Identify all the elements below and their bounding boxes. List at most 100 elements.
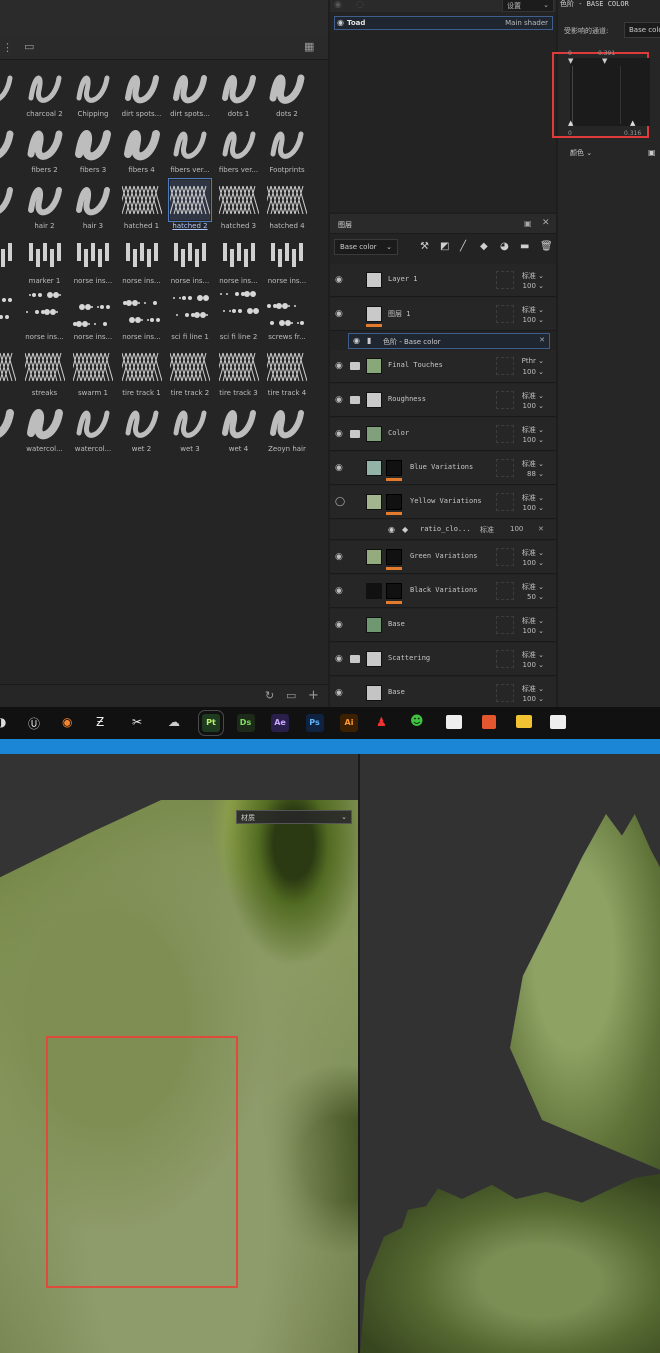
app-icon[interactable] — [482, 715, 496, 729]
effect-row[interactable]: ◉ ▮ 色阶 - Base color ✕ — [348, 333, 550, 349]
blend-mode-dropdown[interactable]: 标准 ⌄ — [498, 305, 548, 315]
eye-icon[interactable]: ◉ — [388, 525, 395, 534]
brush-item[interactable]: fibers ver... — [166, 122, 214, 176]
blend-mode-dropdown[interactable]: Pthr ⌄ — [498, 357, 548, 365]
eye-icon[interactable]: ◉ — [335, 429, 345, 439]
app-icon[interactable]: ☁ — [168, 715, 180, 729]
brush-item[interactable]: streaks — [20, 345, 69, 399]
brush-item[interactable]: marker 1 — [21, 233, 69, 287]
brush-item[interactable]: dots 1 — [215, 66, 263, 120]
layer-row[interactable]: ◉ Final Touches Pthr ⌄ 100 ⌄ — [330, 350, 556, 383]
eye-icon[interactable]: ◉ — [335, 361, 345, 371]
brush-item[interactable]: norse ins... — [69, 289, 117, 343]
layer-mask-thumbnail[interactable] — [386, 583, 402, 599]
opacity-dropdown[interactable]: 100 ⌄ — [498, 368, 548, 376]
output-min-handle[interactable]: ▲ — [568, 119, 573, 127]
eye-icon[interactable]: ◉ — [335, 654, 345, 664]
blender-icon[interactable]: ◉ — [62, 715, 72, 729]
texture-set-row[interactable]: ◉ Toad Main shader — [334, 16, 553, 30]
brush-icon[interactable]: ╱ — [460, 241, 466, 252]
eye-closed-icon[interactable]: ◯ — [335, 497, 345, 507]
brush-item[interactable]: screws fr... — [263, 289, 311, 343]
settings-dropdown[interactable]: 设置 ⌄ — [502, 0, 554, 12]
eye-icon[interactable]: ◉ — [335, 620, 345, 630]
levels-histogram[interactable]: 0 0.391 ▼ ▼ ▲ ▲ 0 0.316 — [568, 50, 650, 137]
blend-mode-dropdown[interactable]: 标准 ⌄ — [498, 391, 548, 401]
brush-item[interactable]: 2 — [0, 345, 20, 399]
eye-icon[interactable]: ◉ — [335, 463, 345, 473]
brush-item[interactable]: 1 — [0, 66, 20, 120]
app-icon[interactable]: ◑ — [0, 715, 6, 729]
eye-closed-icon[interactable]: ◌ — [356, 0, 364, 10]
brush-item[interactable]: 2 — [0, 122, 20, 176]
blend-mode-dropdown[interactable]: 标准 ⌄ — [498, 684, 548, 694]
opacity-dropdown[interactable]: 100 ⌄ — [498, 504, 548, 512]
blend-mode-dropdown[interactable]: 标准 ⌄ — [498, 271, 548, 281]
brush-item[interactable]: swarm 1 — [68, 345, 117, 399]
refresh-icon[interactable]: ↻ — [265, 689, 274, 702]
trash-icon[interactable]: 🗑 — [540, 241, 553, 252]
layer-mask-thumbnail[interactable] — [386, 494, 402, 510]
brush-item[interactable]: hatched 3 — [214, 178, 263, 232]
brush-item[interactable]: hatched 4 — [262, 178, 311, 232]
layer-row[interactable]: ◯ Yellow Variations 标准 ⌄ 100 ⌄ — [330, 486, 556, 519]
app-ds-icon[interactable]: Ds — [236, 714, 255, 732]
layer-row[interactable]: ◉ Green Variations 标准 ⌄ 100 ⌄ — [330, 541, 556, 574]
blend-mode-dropdown[interactable]: 标准 ⌄ — [498, 459, 548, 469]
opacity-dropdown[interactable]: 100 ⌄ — [498, 559, 548, 567]
brush-item[interactable] — [0, 401, 20, 455]
opacity-dropdown[interactable]: 100 ⌄ — [498, 316, 548, 324]
brush-item[interactable]: norse ins... — [69, 233, 117, 287]
black-point-handle[interactable]: ▼ — [568, 57, 573, 65]
brush-item[interactable] — [0, 233, 20, 287]
opacity-dropdown[interactable]: 100 ⌄ — [498, 282, 548, 290]
brush-item[interactable]: watercol... — [69, 401, 117, 455]
brush-item[interactable]: tire track 3 — [214, 345, 263, 399]
app-ps-icon[interactable]: Ps — [305, 714, 324, 732]
output-max-handle[interactable]: ▲ — [630, 119, 635, 127]
brush-item[interactable]: watercol... — [21, 401, 69, 455]
brush-item[interactable]: tire track 4 — [262, 345, 311, 399]
blend-mode-dropdown[interactable]: 标准 ⌄ — [498, 493, 548, 503]
blend-mode-dropdown[interactable]: 标准 ⌄ — [498, 548, 548, 558]
brush-item[interactable] — [0, 289, 20, 343]
wechat-icon[interactable]: ☻ — [410, 714, 424, 729]
eye-icon[interactable]: ◉ — [335, 275, 345, 285]
app-icon[interactable] — [446, 715, 462, 729]
brush-item[interactable]: hatched 2 — [165, 177, 214, 232]
brush-item[interactable]: norse ins... — [118, 289, 166, 343]
layer-row[interactable]: ◉ Base 标准 ⌄ 100 ⌄ — [330, 677, 556, 710]
eye-icon[interactable]: ◉ — [335, 309, 345, 319]
opacity-dropdown[interactable]: 100 ⌄ — [498, 402, 548, 410]
paint-bucket-icon[interactable]: ◆ — [480, 241, 488, 252]
app-icon[interactable] — [550, 715, 566, 729]
fill-layer-icon[interactable]: ◩ — [440, 241, 449, 252]
eye-icon[interactable]: ◉ — [334, 0, 342, 10]
folder-icon[interactable] — [350, 655, 360, 663]
zbrush-icon[interactable]: Ƶ — [96, 715, 104, 729]
brush-item[interactable]: wet 2 — [118, 401, 166, 455]
capcut-icon[interactable]: ✂ — [132, 715, 142, 729]
brush-item[interactable]: norse ins... — [166, 233, 214, 287]
brush-item[interactable]: fibers ver... — [215, 122, 263, 176]
app-pt-icon[interactable]: Pt — [198, 710, 224, 736]
blend-mode[interactable]: 标准 — [480, 525, 494, 535]
brush-item[interactable]: norse ins... — [263, 233, 311, 287]
opacity-dropdown[interactable]: 88 ⌄ — [498, 470, 548, 478]
icon-button[interactable]: ▣ — [648, 148, 656, 157]
brush-item[interactable]: dirt spots... — [166, 66, 214, 120]
folder-icon[interactable] — [350, 396, 360, 404]
layer-effect-row[interactable]: ◉ ◆ ratio_clo... 标准 100 ✕ — [330, 520, 556, 540]
brush-item[interactable]: Chipping — [69, 66, 117, 120]
close-icon[interactable]: ✕ — [538, 525, 544, 533]
unreal-engine-icon[interactable]: Ⓤ — [28, 715, 40, 732]
brush-item[interactable]: 1 — [0, 178, 20, 232]
brush-item[interactable]: Zeoyn hair — [263, 401, 311, 455]
eye-icon[interactable]: ◉ — [353, 336, 360, 345]
folder-icon[interactable] — [350, 362, 360, 370]
brush-item[interactable]: norse ins... — [118, 233, 166, 287]
brush-item[interactable]: norse ins... — [215, 233, 263, 287]
brush-item[interactable]: fibers 3 — [69, 122, 117, 176]
brush-item[interactable]: dots 2 — [263, 66, 311, 120]
close-icon[interactable]: ✕ — [539, 336, 545, 344]
